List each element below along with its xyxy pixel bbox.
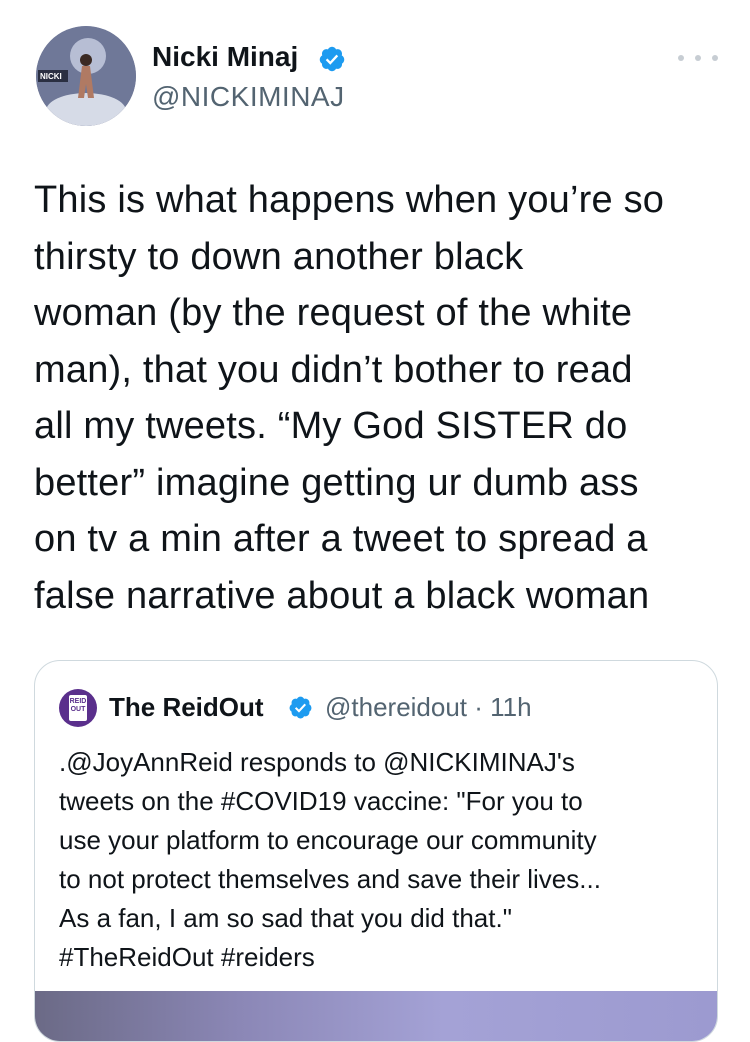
verified-badge-icon: [319, 46, 345, 72]
svg-text:NICKI: NICKI: [40, 72, 62, 81]
reidout-logo: REID OUT: [69, 695, 87, 721]
author-handle[interactable]: @NICKIMINAJ: [152, 80, 345, 114]
quoted-author-name[interactable]: The ReidOut: [109, 691, 264, 723]
more-options-icon[interactable]: [678, 48, 718, 68]
quoted-media-preview[interactable]: [35, 991, 717, 1041]
more-dot: [678, 55, 684, 61]
verified-badge-icon: [289, 696, 312, 719]
tweet-header: NICKI Nicki Minaj @NICKIMINAJ: [0, 0, 750, 140]
avatar-image: NICKI: [36, 26, 136, 126]
more-dot: [695, 55, 701, 61]
quoted-tweet-text: .@JoyAnnReid responds to @NICKIMINAJ's t…: [59, 747, 601, 972]
quoted-tweet-card[interactable]: REID OUT The ReidOut @thereidout · 11h .…: [34, 660, 718, 1042]
tweet-text: This is what happens when you’re so thir…: [34, 179, 665, 617]
author-avatar[interactable]: NICKI: [36, 26, 136, 126]
quoted-author-handle-time[interactable]: @thereidout · 11h: [325, 691, 532, 723]
more-dot: [712, 55, 718, 61]
author-name[interactable]: Nicki Minaj: [152, 40, 298, 74]
quoted-author-avatar[interactable]: REID OUT: [59, 689, 97, 727]
